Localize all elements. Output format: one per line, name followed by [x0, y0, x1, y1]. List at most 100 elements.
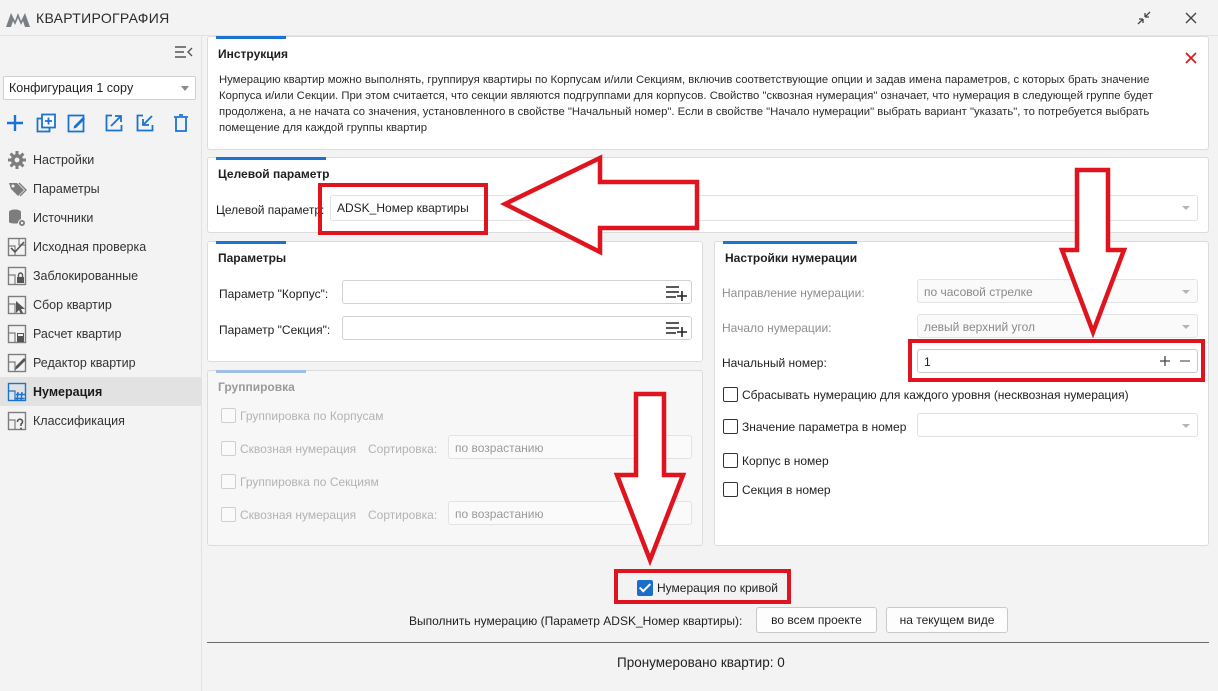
lock-plan-icon	[6, 265, 28, 287]
panel-accent	[216, 241, 286, 244]
panel-accent	[723, 241, 857, 244]
korpus-param-label: Параметр "Корпус":	[219, 287, 329, 301]
through-numbering-2-label: Сквозная нумерация	[240, 508, 357, 522]
run-numbering-label: Выполнить нумерацию (Параметр ADSK_Номер…	[409, 614, 743, 628]
grouping-panel: Группировка Группировка по Корпусам Скво…	[207, 370, 703, 546]
number-current-view-button[interactable]: на текущем виде	[886, 607, 1008, 633]
sort-2-label: Сортировка:	[368, 508, 438, 522]
section-param-input[interactable]	[342, 316, 692, 340]
chevron-down-icon	[1182, 290, 1190, 294]
tag-icon	[6, 178, 28, 200]
sidebar-item-settings[interactable]: Настройки	[0, 145, 201, 174]
through-numbering-1-checkbox[interactable]	[221, 441, 236, 456]
edit-icon[interactable]	[66, 112, 88, 134]
group-by-korpus-label: Группировка по Корпусам	[240, 409, 384, 423]
korpus-param-input[interactable]	[342, 280, 692, 304]
sidebar-item-label: Сбор квартир	[33, 297, 112, 312]
annotation-box-target	[318, 183, 488, 235]
sidebar-item-editor[interactable]: Редактор квартир	[0, 348, 201, 377]
number-all-project-button[interactable]: во всем проекте	[756, 607, 877, 633]
panel-accent	[216, 157, 326, 160]
section-param-label: Параметр "Секция":	[219, 323, 331, 337]
sidebar-item-locked[interactable]: Заблокированные	[0, 261, 201, 290]
instruction-text: Нумерацию квартир можно выполнять, групп…	[219, 74, 1153, 134]
add-list-icon[interactable]	[665, 319, 687, 337]
collapse-arrows-icon[interactable]	[1133, 7, 1155, 29]
cursor-plan-icon	[6, 294, 28, 316]
start-select[interactable]: левый верхний угол	[917, 314, 1198, 338]
group-by-korpus-checkbox[interactable]	[221, 408, 236, 423]
gear-icon	[6, 149, 28, 171]
sidebar-item-label: Заблокированные	[33, 268, 139, 283]
sidebar-item-numbering[interactable]: Нумерация	[0, 377, 201, 406]
group-by-section-label: Группировка по Секциям	[240, 475, 379, 489]
panel-accent	[216, 370, 306, 373]
import-icon[interactable]	[134, 112, 156, 134]
direction-value: по часовой стрелке	[924, 285, 1033, 299]
hash-plan-icon	[6, 381, 28, 403]
section-in-number-label: Секция в номер	[742, 483, 831, 497]
sort-2-select[interactable]: по возрастанию	[448, 501, 692, 525]
param-value-label: Значение параметра в номер	[742, 420, 907, 434]
sidebar-item-label: Параметры	[33, 181, 100, 196]
numbering-settings-title: Настройки нумерации	[725, 251, 858, 265]
reset-numbering-label: Сбрасывать нумерацию для каждого уровня …	[742, 388, 1129, 402]
title-bar: КВАРТИРОГРАФИЯ	[0, 0, 1218, 36]
sort-2-value: по возрастанию	[455, 507, 544, 521]
sidebar-item-label: Настройки	[33, 152, 95, 167]
parameters-title: Параметры	[218, 251, 287, 265]
sidebar-item-parameters[interactable]: Параметры	[0, 174, 201, 203]
chevron-down-icon	[1182, 206, 1190, 210]
panel-accent	[216, 36, 286, 39]
grouping-title: Группировка	[218, 380, 295, 394]
param-value-select[interactable]	[917, 413, 1198, 437]
annotation-box-curve	[614, 569, 791, 604]
sidebar-item-calc[interactable]: Расчет квартир	[0, 319, 201, 348]
collapse-menu-icon[interactable]	[173, 44, 193, 60]
export-icon[interactable]	[103, 112, 125, 134]
delete-icon[interactable]	[170, 112, 192, 134]
pencil-plan-icon	[6, 352, 28, 374]
chevron-down-icon	[1182, 424, 1190, 428]
sidebar-item-label: Редактор квартир	[33, 355, 136, 370]
korpus-in-number-checkbox[interactable]	[723, 453, 738, 468]
start-value: левый верхний угол	[924, 320, 1036, 334]
parameters-panel: Параметры Параметр "Корпус": Параметр "С…	[207, 241, 703, 362]
close-icon[interactable]	[1184, 51, 1198, 65]
sidebar-item-label: Классификация	[33, 413, 125, 428]
sort-1-label: Сортировка:	[368, 442, 438, 456]
config-select[interactable]: Конфигурация 1 copy	[3, 76, 196, 100]
start-number-label: Начальный номер:	[722, 356, 827, 370]
app-logo	[6, 13, 30, 27]
close-icon[interactable]	[1180, 7, 1202, 29]
sort-1-value: по возрастанию	[455, 441, 544, 455]
reset-numbering-checkbox[interactable]	[723, 387, 738, 402]
sidebar-item-initial-check[interactable]: Исходная проверка	[0, 232, 201, 261]
duplicate-icon[interactable]	[35, 112, 57, 134]
instruction-title: Инструкция	[218, 47, 289, 61]
add-list-icon[interactable]	[665, 283, 687, 301]
sidebar-item-classification[interactable]: Классификация	[0, 406, 201, 435]
chevron-down-icon	[181, 86, 189, 91]
calculator-plan-icon	[6, 323, 28, 345]
sidebar-item-sources[interactable]: Источники	[0, 203, 201, 232]
annotation-box-start-number	[908, 339, 1205, 382]
database-gear-icon	[6, 207, 28, 229]
korpus-in-number-label: Корпус в номер	[742, 454, 829, 468]
through-numbering-2-checkbox[interactable]	[221, 507, 236, 522]
group-by-section-checkbox[interactable]	[221, 474, 236, 489]
section-in-number-checkbox[interactable]	[723, 482, 738, 497]
sidebar-item-label: Расчет квартир	[33, 326, 122, 341]
sidebar-item-collect[interactable]: Сбор квартир	[0, 290, 201, 319]
numbering-settings-panel: Настройки нумерации Направление нумераци…	[714, 241, 1209, 546]
footer-divider	[207, 642, 1209, 643]
sidebar: Конфигурация 1 copy Настройки Параметры	[0, 36, 202, 691]
instruction-panel: Инструкция Нумерацию квартир можно выпол…	[207, 36, 1209, 150]
param-value-checkbox[interactable]	[723, 419, 738, 434]
sort-1-select[interactable]: по возрастанию	[448, 435, 692, 459]
sidebar-item-label: Исходная проверка	[33, 239, 147, 254]
add-icon[interactable]	[4, 112, 26, 134]
config-select-value: Конфигурация 1 copy	[9, 81, 134, 95]
direction-select[interactable]: по часовой стрелке	[917, 279, 1198, 303]
app-title: КВАРТИРОГРАФИЯ	[36, 10, 170, 26]
